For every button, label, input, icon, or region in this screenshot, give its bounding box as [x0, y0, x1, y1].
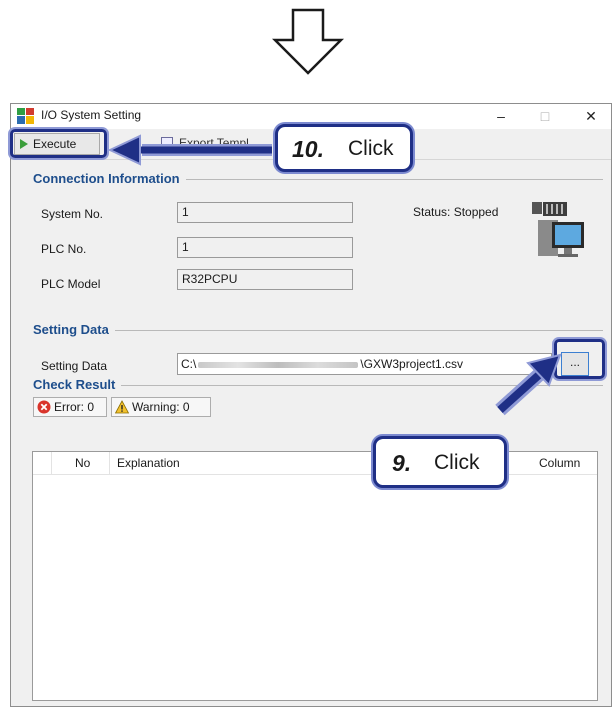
plc-no-label: PLC No.	[41, 242, 87, 256]
setting-data-path-field[interactable]: C:\ \GXW3project1.csv	[177, 353, 552, 375]
document-icon	[161, 137, 173, 152]
window-title: I/O System Setting	[41, 108, 142, 122]
io-system-setting-window: I/O System Setting – □ ✕ Execute Export …	[10, 103, 612, 707]
warning-count: Warning: 0	[132, 400, 190, 414]
column-header-column[interactable]: Column	[539, 452, 580, 474]
column-header-no[interactable]: No	[75, 452, 90, 474]
warning-filter-button[interactable]: Warning: 0	[111, 397, 211, 417]
plc-model-label: PLC Model	[41, 277, 101, 291]
section-divider	[33, 330, 603, 331]
check-result-title: Check Result	[33, 377, 122, 392]
status-text: Status: Stopped	[413, 205, 499, 219]
close-button[interactable]: ✕	[571, 104, 611, 129]
column-header-explanation[interactable]: Explanation	[117, 452, 180, 474]
plc-no-field: 1	[177, 237, 353, 258]
callout-step-9: 9. Click	[373, 436, 507, 488]
error-filter-button[interactable]: Error: 0	[33, 397, 107, 417]
callout-step-10: 10. Click	[275, 124, 413, 172]
path-suffix: \GXW3project1.csv	[360, 357, 464, 371]
system-no-field: 1	[177, 202, 353, 223]
system-no-label: System No.	[41, 207, 104, 221]
plc-model-field: R32PCPU	[177, 269, 353, 290]
error-count: Error: 0	[54, 400, 95, 414]
minimize-button[interactable]: –	[481, 104, 521, 129]
setting-data-title: Setting Data	[33, 322, 115, 337]
connection-info-title: Connection Information	[33, 171, 186, 186]
step-number: 10.	[292, 136, 324, 162]
step-text: Click	[348, 137, 394, 160]
app-icon	[17, 108, 34, 124]
maximize-button[interactable]: □	[525, 104, 565, 129]
step-text: Click	[434, 451, 480, 474]
column-separator	[109, 452, 110, 474]
error-icon	[37, 400, 51, 414]
column-separator	[51, 452, 52, 474]
plc-computer-icon	[532, 202, 584, 257]
warning-icon	[115, 400, 129, 414]
browse-highlight	[554, 339, 605, 379]
down-arrow-icon	[272, 8, 344, 75]
setting-data-label: Setting Data	[41, 359, 108, 373]
table-header: No Explanation Column	[33, 452, 597, 475]
path-prefix: C:\	[181, 357, 197, 371]
check-result-table[interactable]: No Explanation Column	[32, 451, 598, 701]
redacted-path	[198, 361, 359, 368]
export-template-button[interactable]: Export Templ	[179, 136, 249, 150]
step-number: 9.	[392, 450, 412, 476]
execute-highlight	[10, 129, 107, 158]
